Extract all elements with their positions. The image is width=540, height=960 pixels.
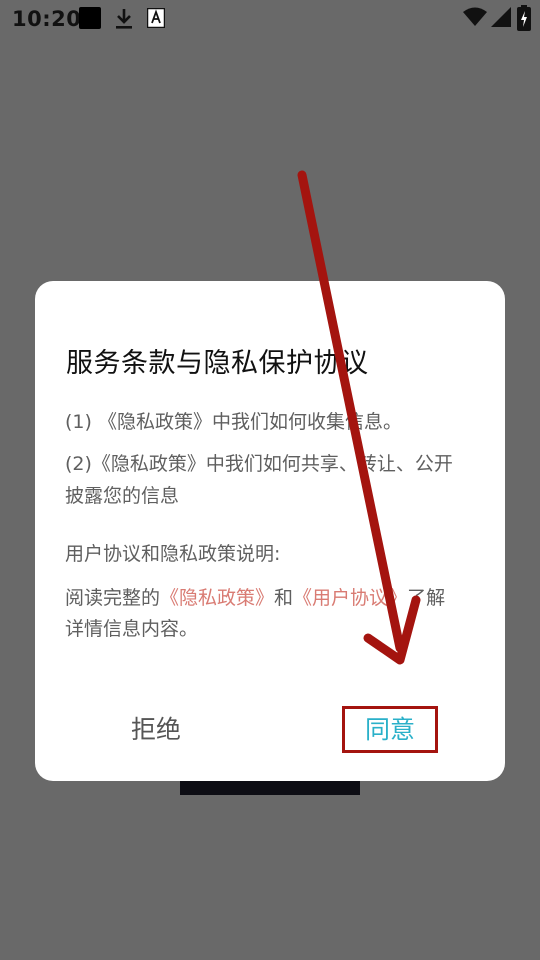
user-agreement-link[interactable]: 《用户协议》 <box>293 587 407 609</box>
wifi-icon <box>463 7 487 26</box>
reject-button[interactable]: 拒绝 <box>125 709 187 747</box>
signal-icon <box>491 7 511 27</box>
read-suffix: 了解 <box>407 587 446 609</box>
read-line-cont: 详情信息内容。 <box>65 618 199 640</box>
annotation-highlight-box <box>342 706 438 753</box>
and-text: 和 <box>274 587 294 609</box>
dialog-title: 服务条款与隐私保护协议 <box>66 348 369 379</box>
privacy-policy-link[interactable]: 《隐私政策》 <box>160 587 274 609</box>
download-icon <box>116 9 132 29</box>
status-bar: 10:20 <box>0 0 540 38</box>
policy-line-2-cont: 披露您的信息 <box>65 485 180 507</box>
battery-charging-icon <box>517 5 531 31</box>
status-time: 10:20 <box>12 7 82 31</box>
app-notification-icon <box>79 7 101 29</box>
section-heading: 用户协议和隐私政策说明: <box>65 543 281 565</box>
font-a-icon <box>147 8 165 28</box>
read-line: 阅读完整的《隐私政策》和《用户协议》了解 <box>65 583 445 614</box>
policy-line-2: (2)《隐私政策》中我们如何共享、转让、公开 <box>65 453 453 475</box>
policy-line-1: (1) 《隐私政策》中我们如何收集信息。 <box>65 411 402 433</box>
read-prefix: 阅读完整的 <box>65 587 161 609</box>
